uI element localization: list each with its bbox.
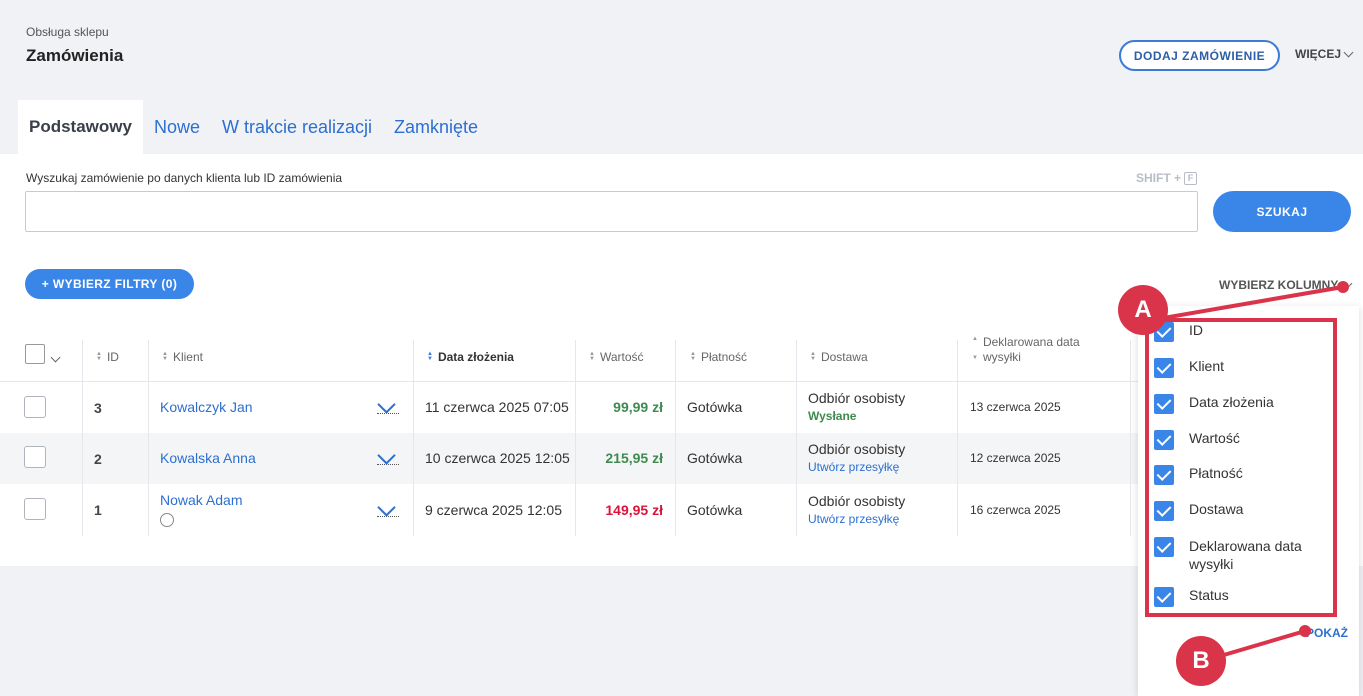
- client-link[interactable]: Kowalska Anna: [160, 450, 256, 466]
- column-divider: [675, 340, 676, 536]
- expand-icon[interactable]: [377, 402, 399, 414]
- order-id: 2: [94, 451, 102, 467]
- delivery-method: Odbiór osobisty: [808, 390, 906, 406]
- payment-method: Gotówka: [687, 450, 743, 466]
- client-link[interactable]: Kowalczyk Jan: [160, 399, 253, 415]
- guest-user-icon: [160, 513, 174, 527]
- tab-closed[interactable]: Zamknięte: [383, 100, 489, 154]
- create-shipment-link[interactable]: Utwórz przesyłkę: [808, 512, 899, 526]
- more-label: WIĘCEJ: [1295, 47, 1342, 61]
- tab-basic[interactable]: Podstawowy: [18, 100, 143, 154]
- search-shortcut-hint: SHIFT + F: [1136, 171, 1198, 185]
- shortcut-key: F: [1184, 171, 1198, 185]
- add-order-button[interactable]: DODAJ ZAMÓWIENIE: [1119, 40, 1280, 71]
- shipping-date: 16 czerwca 2025: [970, 503, 1061, 517]
- sort-icon: ▲ ▼: [972, 336, 978, 361]
- column-header-shipping-date[interactable]: ▲ ▼ Deklarowana data wysyłki: [972, 335, 1102, 365]
- row-checkbox[interactable]: [24, 446, 46, 468]
- column-header-client[interactable]: ▲ ▼ Klient: [162, 350, 203, 364]
- choose-filters-button[interactable]: + WYBIERZ FILTRY (0): [25, 269, 194, 299]
- delivery-status: Wysłane: [808, 409, 857, 423]
- column-divider: [82, 340, 83, 536]
- annotation-dot-b: [1299, 625, 1311, 637]
- column-divider: [413, 340, 414, 536]
- tab-in-progress[interactable]: W trakcie realizacji: [211, 100, 383, 154]
- delivery-method: Odbiór osobisty: [808, 493, 906, 509]
- column-header-value[interactable]: ▲ ▼ Wartość: [589, 350, 644, 364]
- payment-method: Gotówka: [687, 399, 743, 415]
- expand-icon[interactable]: [377, 453, 399, 465]
- column-header-date[interactable]: ▲ ▼ Data złożenia: [427, 350, 514, 364]
- choose-columns-label: WYBIERZ KOLUMNY: [1219, 278, 1339, 292]
- page-title: Zamówienia: [26, 46, 124, 65]
- sort-icon: ▲ ▼: [96, 351, 102, 362]
- tab-new[interactable]: Nowe: [143, 100, 211, 154]
- create-shipment-link[interactable]: Utwórz przesyłkę: [808, 460, 899, 474]
- choose-columns-toggle[interactable]: WYBIERZ KOLUMNY: [1219, 278, 1353, 292]
- order-value: 149,95 zł: [605, 502, 663, 518]
- order-date: 9 czerwca 2025 12:05: [425, 502, 562, 518]
- sort-icon: ▲ ▼: [589, 351, 595, 362]
- column-divider: [796, 340, 797, 536]
- delivery-method: Odbiór osobisty: [808, 441, 906, 457]
- breadcrumb: Obsługa sklepu: [26, 25, 109, 39]
- highlight-box: [1145, 318, 1337, 617]
- order-date: 10 czerwca 2025 12:05: [425, 450, 570, 466]
- tab-bar: Podstawowy Nowe W trakcie realizacji Zam…: [18, 100, 489, 154]
- column-divider: [575, 340, 576, 536]
- expand-icon[interactable]: [377, 505, 399, 517]
- sort-icon: ▲ ▼: [810, 351, 816, 362]
- annotation-marker-b: B: [1176, 636, 1226, 686]
- search-input[interactable]: [25, 191, 1198, 232]
- shipping-date: 13 czerwca 2025: [970, 400, 1061, 414]
- show-columns-button[interactable]: POKAŻ: [1306, 626, 1348, 640]
- column-header-id[interactable]: ▲ ▼ ID: [96, 350, 119, 364]
- client-link[interactable]: Nowak Adam: [160, 492, 242, 508]
- row-checkbox[interactable]: [24, 396, 46, 418]
- sort-icon: ▲ ▼: [162, 351, 168, 362]
- column-divider: [148, 340, 149, 536]
- order-id: 1: [94, 502, 102, 518]
- column-divider: [1130, 340, 1131, 536]
- more-menu[interactable]: WIĘCEJ: [1295, 47, 1354, 61]
- chevron-down-icon: [50, 352, 61, 363]
- shipping-date: 12 czerwca 2025: [970, 451, 1061, 465]
- column-header-delivery[interactable]: ▲ ▼ Dostawa: [810, 350, 868, 364]
- order-id: 3: [94, 400, 102, 416]
- select-all-checkbox[interactable]: [25, 344, 45, 364]
- row-checkbox[interactable]: [24, 498, 46, 520]
- order-date: 11 czerwca 2025 07:05: [425, 399, 569, 415]
- search-label: Wyszukaj zamówienie po danych klienta lu…: [26, 171, 343, 185]
- select-all-menu[interactable]: [50, 348, 61, 366]
- annotation-marker-a: A: [1118, 285, 1168, 335]
- chevron-down-icon: [1343, 47, 1354, 57]
- column-divider: [957, 340, 958, 536]
- search-button[interactable]: SZUKAJ: [1213, 191, 1351, 232]
- order-value: 99,99 zł: [613, 399, 663, 415]
- payment-method: Gotówka: [687, 502, 743, 518]
- order-value: 215,95 zł: [605, 450, 663, 466]
- column-header-payment[interactable]: ▲ ▼ Płatność: [690, 350, 747, 364]
- sort-active-icon: ▲ ▼: [427, 351, 433, 362]
- annotation-dot-a: [1337, 281, 1349, 293]
- sort-icon: ▲ ▼: [690, 351, 696, 362]
- shortcut-prefix: SHIFT +: [1136, 171, 1182, 185]
